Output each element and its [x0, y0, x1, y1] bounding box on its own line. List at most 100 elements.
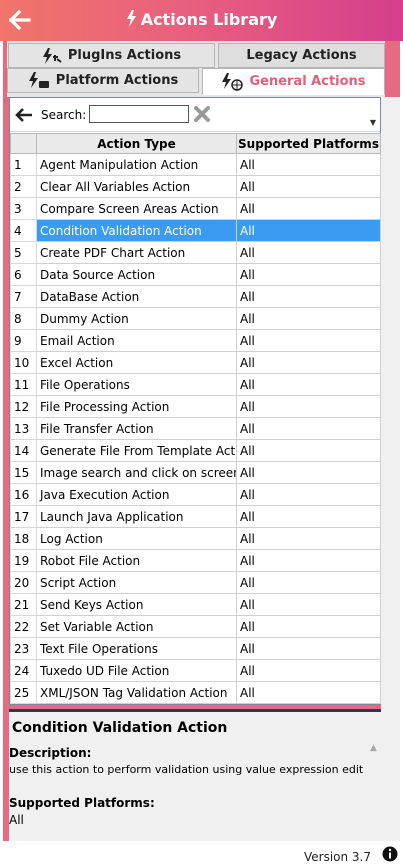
search-input[interactable]	[89, 105, 189, 123]
action-type-cell[interactable]: Script Action	[36, 571, 237, 594]
action-type-cell[interactable]: Tuxedo UD File Action	[36, 659, 237, 682]
supported-platforms-cell[interactable]: All	[236, 197, 381, 220]
row-number: 23	[10, 637, 37, 660]
supported-platforms-cell[interactable]: All	[236, 615, 381, 638]
supported-platforms-cell[interactable]: All	[236, 527, 381, 550]
action-type-cell[interactable]: Robot File Action	[36, 549, 237, 572]
clear-search-button[interactable]	[194, 106, 210, 125]
supported-platforms-cell[interactable]: All	[236, 681, 381, 704]
row-number: 18	[10, 527, 37, 550]
row-number: 21	[10, 593, 37, 616]
column-header-supported-platforms[interactable]: Supported Platforms	[236, 133, 381, 154]
supported-platforms-cell[interactable]: All	[236, 637, 381, 660]
supported-platforms-cell[interactable]: All	[236, 153, 381, 176]
table-row[interactable]: 16 Java Execution Action All	[10, 483, 381, 506]
table-row[interactable]: 9 Email Action All	[10, 329, 381, 352]
supported-platforms-cell[interactable]: All	[236, 549, 381, 572]
lightning-plug-icon	[42, 47, 62, 64]
action-type-cell[interactable]: File Processing Action	[36, 395, 237, 418]
table-row[interactable]: 2 Clear All Variables Action All	[10, 175, 381, 198]
supported-platforms-cell[interactable]: All	[236, 505, 381, 528]
table-row[interactable]: 3 Compare Screen Areas Action All	[10, 197, 381, 220]
action-type-cell[interactable]: Agent Manipulation Action	[36, 153, 237, 176]
supported-platforms-cell[interactable]: All	[236, 483, 381, 506]
action-type-cell[interactable]: File Operations	[36, 373, 237, 396]
table-row[interactable]: 25 XML/JSON Tag Validation Action All	[10, 681, 381, 704]
table-row[interactable]: 19 Robot File Action All	[10, 549, 381, 572]
table-row[interactable]: 15 Image search and click on screen All	[10, 461, 381, 484]
table-row[interactable]: 4 Condition Validation Action All	[10, 219, 381, 242]
action-type-cell[interactable]: File Transfer Action	[36, 417, 237, 440]
column-header-action-type[interactable]: Action Type	[36, 133, 237, 154]
actions-panel: Search: ▼ Action Type Supported Platform…	[9, 97, 381, 705]
action-type-cell[interactable]: Compare Screen Areas Action	[36, 197, 237, 220]
action-type-cell[interactable]: Launch Java Application	[36, 505, 237, 528]
supported-platforms-cell[interactable]: All	[236, 461, 381, 484]
supported-platforms-cell[interactable]: All	[236, 329, 381, 352]
table-row[interactable]: 22 Set Variable Action All	[10, 615, 381, 638]
supported-platforms-cell[interactable]: All	[236, 241, 381, 264]
action-type-cell[interactable]: Generate File From Template Action	[36, 439, 237, 462]
supported-platforms-cell[interactable]: All	[236, 285, 381, 308]
table-row[interactable]: 12 File Processing Action All	[10, 395, 381, 418]
action-type-cell[interactable]: Java Execution Action	[36, 483, 237, 506]
action-type-cell[interactable]: Excel Action	[36, 351, 237, 374]
table-row[interactable]: 11 File Operations All	[10, 373, 381, 396]
action-type-cell[interactable]: Image search and click on screen	[36, 461, 237, 484]
supported-platforms-cell[interactable]: All	[236, 219, 381, 242]
action-type-cell[interactable]: DataBase Action	[36, 285, 237, 308]
table-row[interactable]: 6 Data Source Action All	[10, 263, 381, 286]
row-number: 24	[10, 659, 37, 682]
description-label: Description:	[9, 746, 92, 760]
supported-platforms-cell[interactable]: All	[236, 571, 381, 594]
close-icon	[194, 106, 210, 122]
table-row[interactable]: 14 Generate File From Template Action All	[10, 439, 381, 462]
tab-plugins-actions[interactable]: PlugIns Actions	[8, 43, 215, 68]
supported-platforms-cell[interactable]: All	[236, 593, 381, 616]
info-icon[interactable]	[382, 846, 398, 865]
table-row[interactable]: 8 Dummy Action All	[10, 307, 381, 330]
supported-platforms-cell[interactable]: All	[236, 263, 381, 286]
actions-table: Action Type Supported Platforms 1 Agent M…	[10, 133, 381, 704]
table-row[interactable]: 24 Tuxedo UD File Action All	[10, 659, 381, 682]
tab-platform-actions[interactable]: Platform Actions	[7, 68, 199, 93]
tab-platform-label: Platform Actions	[55, 73, 179, 88]
tab-legacy-actions[interactable]: Legacy Actions	[218, 43, 385, 68]
supported-platforms-cell[interactable]: All	[236, 351, 381, 374]
tab-strip: PlugIns Actions Legacy Actions Platform …	[7, 41, 385, 97]
action-type-cell[interactable]: Create PDF Chart Action	[36, 241, 237, 264]
action-type-cell[interactable]: Data Source Action	[36, 263, 237, 286]
supported-platforms-cell[interactable]: All	[236, 439, 381, 462]
action-type-cell[interactable]: XML/JSON Tag Validation Action	[36, 681, 237, 704]
table-row[interactable]: 13 File Transfer Action All	[10, 417, 381, 440]
table-row[interactable]: 10 Excel Action All	[10, 351, 381, 374]
action-type-cell[interactable]: Send Keys Action	[36, 593, 237, 616]
supported-platforms-cell[interactable]: All	[236, 659, 381, 682]
action-type-cell[interactable]: Set Variable Action	[36, 615, 237, 638]
lightning-globe-icon	[222, 72, 244, 91]
table-row[interactable]: 1 Agent Manipulation Action All	[10, 153, 381, 176]
action-type-cell[interactable]: Email Action	[36, 329, 237, 352]
tab-general-actions[interactable]: General Actions	[202, 68, 385, 95]
supported-platforms-cell[interactable]: All	[236, 307, 381, 330]
supported-platforms-cell[interactable]: All	[236, 373, 381, 396]
table-row[interactable]: 18 Log Action All	[10, 527, 381, 550]
action-type-cell[interactable]: Clear All Variables Action	[36, 175, 237, 198]
supported-platforms-cell[interactable]: All	[236, 175, 381, 198]
table-row[interactable]: 17 Launch Java Application All	[10, 505, 381, 528]
supported-platforms-cell[interactable]: All	[236, 395, 381, 418]
chevron-down-icon[interactable]: ▼	[370, 118, 376, 127]
action-type-cell[interactable]: Dummy Action	[36, 307, 237, 330]
supported-platforms-cell[interactable]: All	[236, 417, 381, 440]
table-row[interactable]: 5 Create PDF Chart Action All	[10, 241, 381, 264]
table-row[interactable]: 21 Send Keys Action All	[10, 593, 381, 616]
row-number: 1	[10, 153, 37, 176]
table-row[interactable]: 7 DataBase Action All	[10, 285, 381, 308]
table-row[interactable]: 20 Script Action All	[10, 571, 381, 594]
toolbar-back-button[interactable]	[15, 107, 33, 126]
action-type-cell[interactable]: Log Action	[36, 527, 237, 550]
action-type-cell[interactable]: Text File Operations	[36, 637, 237, 660]
action-type-cell[interactable]: Condition Validation Action	[36, 219, 237, 242]
table-row[interactable]: 23 Text File Operations All	[10, 637, 381, 660]
scroll-up-icon[interactable]: ▲	[370, 743, 377, 753]
